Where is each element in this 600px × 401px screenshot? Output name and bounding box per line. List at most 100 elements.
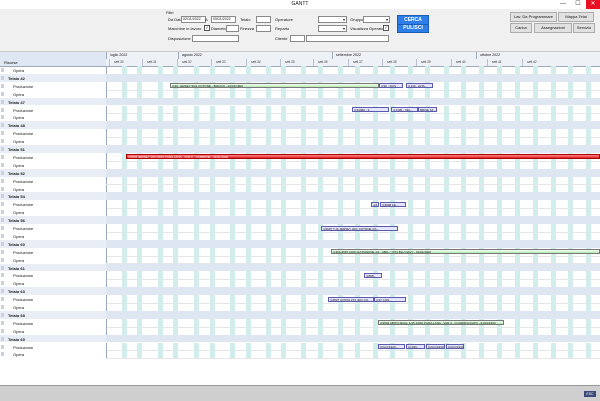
- resource-group-row[interactable]: Telaio 68: [0, 310, 600, 319]
- mappa-telai-button[interactable]: Mappa Telai: [558, 12, 594, 22]
- weekend-stripe: [568, 66, 573, 74]
- resource-group-row[interactable]: Telaio 69: [0, 334, 600, 343]
- resource-row[interactable]: Opera: [0, 113, 600, 123]
- esc-button[interactable]: ESC: [584, 391, 596, 397]
- timeline-cells[interactable]: [106, 239, 600, 248]
- task-bar[interactable]: 4,9502 ABITO MAGL 1/15 100% PURA LANA - …: [378, 320, 504, 326]
- task-bar[interactable]: 4,5697 T.JA JERSEY 40/1 COTONE GS...: [321, 225, 398, 231]
- resource-group-row[interactable]: Telaio 42: [0, 73, 600, 82]
- timeline-cells[interactable]: [106, 97, 600, 106]
- timeline-cells[interactable]: [106, 216, 600, 224]
- timeline-cells[interactable]: [106, 121, 600, 130]
- task-bar[interactable]: C(GO)1920...: [378, 344, 405, 349]
- finezza-field[interactable]: [256, 25, 271, 32]
- timeline-cells[interactable]: [106, 73, 600, 82]
- resource-row[interactable]: Opera: [0, 255, 600, 265]
- da-data-field[interactable]: 02/11/2022: [181, 16, 206, 23]
- resource-row[interactable]: Produzione: [0, 176, 600, 186]
- resource-row[interactable]: Produzione 4,6678 JERSEY 100 100% PURA LA…: [0, 152, 600, 162]
- task-bar[interactable]: 4,90 - AVIS...: [379, 83, 403, 89]
- resource-row[interactable]: Produzione 4,8...4,6838 FE...: [0, 200, 600, 210]
- timeline-cells[interactable]: [106, 287, 600, 296]
- resource-row[interactable]: Opera: [0, 350, 600, 360]
- task-bar[interactable]: C(GO)1930...: [446, 344, 464, 349]
- resource-group-row[interactable]: Telaio 60: [0, 239, 600, 248]
- cliente-code-field[interactable]: [290, 35, 305, 42]
- macchine-checkbox[interactable]: ✓: [204, 25, 210, 31]
- weekend-stripe: [338, 113, 343, 122]
- resource-group-row[interactable]: Telaio 48: [0, 121, 600, 130]
- gantt-chart[interactable]: Risorse luglio 2022 agosto 2022 settembre …: [0, 52, 600, 385]
- task-bar[interactable]: 4,369-3587 100% EXTRAFINE 4/1 - 0801 / 7…: [331, 249, 600, 255]
- resource-row[interactable]: Opera: [0, 160, 600, 170]
- resource-row[interactable]: Opera: [0, 303, 600, 312]
- resource-row[interactable]: Opera: [0, 231, 600, 241]
- resource-group-row[interactable]: Telaio 52: [0, 168, 600, 177]
- servizio-button[interactable]: Servizio: [573, 23, 595, 33]
- assegnazioni-button[interactable]: Assegnazioni: [534, 23, 572, 33]
- resource-row[interactable]: Opera: [0, 89, 600, 99]
- task-bar[interactable]: 4,6678 JERSEY 100 100% PURA LANA - VAR.K…: [126, 154, 600, 160]
- task-bar[interactable]: C1030...: [406, 344, 425, 349]
- task-bar[interactable]: 4,37 COS...: [374, 296, 406, 302]
- operatore-select[interactable]: ▾: [318, 16, 347, 23]
- timeline-cells[interactable]: [106, 263, 600, 272]
- lav-da-programmare-button[interactable]: Lav. Da Programmare: [510, 12, 557, 22]
- timeline-cells[interactable]: [106, 310, 600, 319]
- resource-group-row[interactable]: Telaio 56: [0, 216, 600, 224]
- telaio-field[interactable]: [256, 16, 271, 23]
- disposizione-field[interactable]: [192, 35, 239, 42]
- task-bar[interactable]: C(GO)1930...: [426, 344, 445, 349]
- month-label: settembre 2022: [336, 53, 361, 57]
- resource-row[interactable]: Opera: [0, 66, 600, 75]
- resource-row[interactable]: Produzione 4,9502 ABITO MAGL 1/15 100% PU…: [0, 318, 600, 328]
- week-divider: [246, 59, 247, 66]
- resource-group-row[interactable]: Telaio 63: [0, 287, 600, 296]
- resource-row[interactable]: Produzione 4,5697 T.JA JERSEY 40/1 COTONE…: [0, 224, 600, 233]
- a-date-field[interactable]: 05/11/2022: [211, 16, 236, 23]
- task-bar[interactable]: 4,898...: [364, 272, 382, 278]
- resource-row[interactable]: Produzione 4,6837 COSTA 2X1 40/1 CO... 4,3…: [0, 295, 600, 304]
- resource-group-row[interactable]: Telaio 54: [0, 192, 600, 201]
- close-button[interactable]: ✕: [586, 0, 600, 9]
- resource-group-row[interactable]: Telaio 51: [0, 145, 600, 153]
- task-bar[interactable]: BRISE 16...: [418, 107, 437, 112]
- task-bar[interactable]: 4,1405 - VEL...: [391, 107, 418, 112]
- resource-group-row[interactable]: Telaio 47: [0, 97, 600, 106]
- resource-row[interactable]: Produzione: [0, 129, 600, 139]
- resource-row[interactable]: Produzione 4,369-3587 100% EXTRAFINE 4/1 …: [0, 247, 600, 257]
- resource-row[interactable]: Opera: [0, 326, 600, 336]
- gruppo-select[interactable]: ▾: [363, 16, 390, 23]
- timeline-cells[interactable]: [106, 168, 600, 177]
- visualizza-checkbox[interactable]: ✓: [383, 25, 389, 31]
- task-bar[interactable]: 4,6838 FE...: [380, 201, 406, 207]
- resource-row[interactable]: Produzione C(GO)1920... C1030... C(GO)1930.…: [0, 342, 600, 352]
- resource-row[interactable]: Opera: [0, 137, 600, 146]
- resource-row[interactable]: Produzione 4,5438A - 3... 4,1405 - VEL... B…: [0, 105, 600, 115]
- carica-button[interactable]: Carica: [510, 23, 532, 33]
- cliente-name-field[interactable]: [306, 35, 389, 42]
- timeline-cells[interactable]: [106, 334, 600, 343]
- task-bar[interactable]: 4,90 - ERSEY 50/2 COTONE - BIANCO - 01/0…: [170, 83, 379, 89]
- timeline-cells[interactable]: [106, 145, 600, 153]
- task-bar[interactable]: 4,5438A - 3...: [352, 107, 389, 112]
- maximize-button[interactable]: ☐: [571, 0, 585, 9]
- resource-label-cell: Opera: [0, 184, 107, 193]
- task-bar[interactable]: 4,6837 COSTA 2X1 40/1 CO...: [328, 296, 374, 302]
- timeline-cells[interactable]: [106, 192, 600, 201]
- resource-row[interactable]: Produzione 4,90 - ERSEY 50/2 COTONE - BIA…: [0, 81, 600, 91]
- timeline-cells[interactable]: [106, 350, 600, 360]
- resource-row[interactable]: Opera: [0, 184, 600, 194]
- pulisci-button[interactable]: PULISCI: [397, 24, 429, 33]
- resource-group-row[interactable]: Telaio 61: [0, 263, 600, 272]
- minimize-button[interactable]: —: [556, 0, 570, 9]
- weekend-stripe: [137, 350, 142, 359]
- resource-row[interactable]: Opera: [0, 208, 600, 218]
- diametro-field[interactable]: [226, 25, 239, 32]
- task-bar[interactable]: 4,130 - AVIS...: [406, 83, 433, 89]
- task-bar[interactable]: 4,8...: [371, 201, 379, 207]
- resource-row[interactable]: Opera: [0, 279, 600, 289]
- resource-row[interactable]: Produzione 4,898...: [0, 271, 600, 281]
- reparto-select[interactable]: ▾: [318, 25, 347, 32]
- weekend-stripe: [246, 279, 251, 288]
